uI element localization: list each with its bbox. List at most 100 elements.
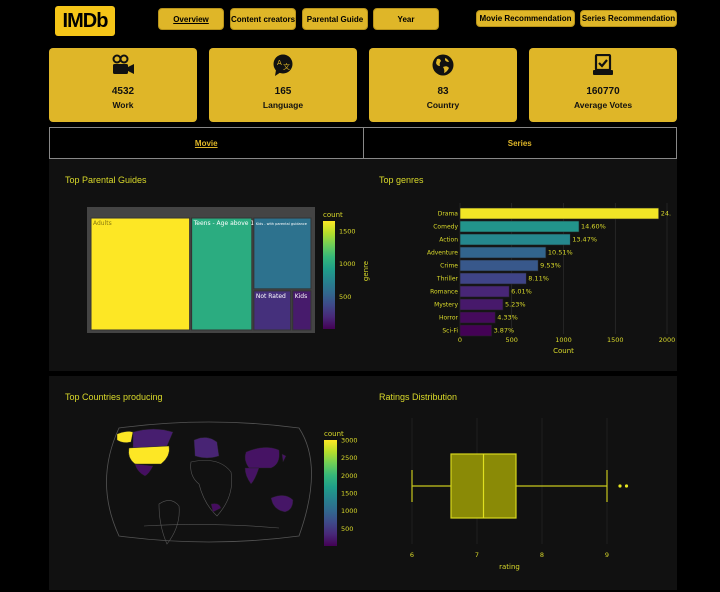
nav-content-creators[interactable]: Content creators [230,8,296,30]
stat-card-work: 4532 Work [49,48,197,122]
y-tick-label: Crime [440,263,458,270]
nav-overview-label: Overview [173,14,209,24]
antarctica [143,524,280,529]
y-tick-label: Action [439,237,458,244]
tab-series[interactable]: Series [363,127,677,159]
bar-data-label: 8.11% [528,275,549,283]
stat-value: 4532 [111,86,135,97]
colorbar-tick-label: 1500 [341,490,358,498]
treemap-tile-label: Teens - Age above 12 [193,220,259,227]
globe-icon [432,54,454,76]
x-tick-label: 9 [605,551,609,559]
y-tick-label: Horror [439,315,459,322]
colorbar-tick-label: 500 [339,293,351,301]
bar-data-label: 4.33% [497,314,518,322]
content-type-tabs: Movie Series [49,127,677,159]
genre-bar [459,220,580,233]
colorbar-tick-label: 1000 [341,507,358,515]
series-recommendation-button[interactable]: Series Recommendation [580,10,677,27]
movie-recommendation-label: Movie Recommendation [479,14,572,23]
region-mexico [134,463,154,477]
treemap-tile-label: Kids - with parental guidance [256,222,307,226]
nav-parental-guide[interactable]: Parental Guide [302,8,368,30]
navbar: IMDb Overview Content creators Parental … [0,0,720,42]
region-alaska [116,431,134,443]
genres-bar-chart[interactable]: 0 500 1000 1500 2000 Drama 24. Comedy 14.60% Acti… [363,159,677,371]
video-camera-icon [112,54,134,74]
colorbar-tick-label: 2000 [341,472,358,480]
countries-choropleth-map[interactable]: count50010001500200025003000 [49,376,363,590]
treemap-tile-label: Not Rated [256,293,286,300]
imdb-logo[interactable]: IMDb [55,6,115,36]
translate-icon: A 文 [273,54,293,76]
stat-value: 165 [274,86,292,97]
stat-label: Average Votes [573,100,633,110]
x-tick-label: 0 [458,336,462,344]
genre-bar [459,272,527,285]
bar-data-label: 10.51% [548,249,573,257]
bar-data-label: 24. [661,210,671,218]
stat-card-votes: 160770 Average Votes [529,48,677,122]
treemap-tile [191,217,253,331]
colorbar-tick-label: 1500 [339,227,356,235]
region-japan [281,453,287,463]
x-tick-label: 8 [540,551,544,559]
genre-bar [459,233,571,246]
treemap-tile [253,217,312,290]
bar-data-label: 3.87% [494,327,515,335]
region-canada [132,428,174,449]
y-tick-label: Drama [438,211,459,218]
y-tick-label: Adventure [427,250,458,257]
charts-panel-top: Top Parental Guides Adults Teens - Age ab… [49,159,677,371]
x-tick-label: 2000 [659,336,676,344]
stat-label: Work [112,100,134,110]
x-tick-label: 7 [475,551,479,559]
treemap-tile [90,217,191,331]
bar-data-label: 9.53% [540,262,561,270]
colorbar-tick-label: 500 [341,525,353,533]
svg-text:文: 文 [283,62,290,71]
south-america [158,500,180,545]
tab-series-label: Series [507,138,532,148]
stat-card-language: A 文 165 Language [209,48,357,122]
y-tick-label: Romance [430,289,458,296]
nav-year[interactable]: Year [373,8,439,30]
charts-panel-bottom: Top Countries producing count 500 1000 1500… [49,376,677,590]
treemap-tile-label: Adults [93,220,112,227]
vote-box-icon [593,54,613,75]
colorbar-tick-label: 2500 [341,454,358,462]
stat-card-country: 83 Country [369,48,517,122]
series-recommendation-label: Series Recommendation [581,14,676,23]
genre-bar [459,207,660,220]
region-united-states [128,445,170,465]
nav-content-creators-label: Content creators [231,14,296,24]
parental-guides-treemap[interactable]: Adults Teens - Age above 12Kids - with pa… [49,159,363,371]
region-china [244,447,280,469]
colorbar-title: count [323,211,343,219]
svg-text:A: A [277,59,282,67]
tab-movie-label: Movie [194,138,218,148]
movie-recommendation-button[interactable]: Movie Recommendation [476,10,575,27]
region-south-africa [210,503,222,513]
genre-bar [459,324,492,337]
stat-value: 160770 [586,86,620,97]
treemap-tile-label: Kids [295,293,308,300]
y-axis-label: genre [363,261,370,281]
nav-parental-guide-label: Parental Guide [306,14,364,24]
stat-label: Language [262,100,304,110]
tab-movie[interactable]: Movie [49,127,364,159]
y-tick-label: Thriller [436,276,459,283]
x-tick-label: 500 [506,336,518,344]
y-tick-label: Mystery [434,302,458,309]
outlier-point [618,484,622,488]
colorbar [323,221,335,329]
bar-data-label: 5.23% [505,301,526,309]
genre-bar [459,246,547,259]
ratings-box-plot[interactable]: 6 7 8 9 rating [363,376,677,590]
nav-overview[interactable]: Overview [158,8,224,30]
region-india [244,467,260,485]
genre-bar [459,285,510,298]
genre-bar [459,311,496,324]
bar-data-label: 6.01% [511,288,532,296]
nav-year-label: Year [397,14,415,24]
